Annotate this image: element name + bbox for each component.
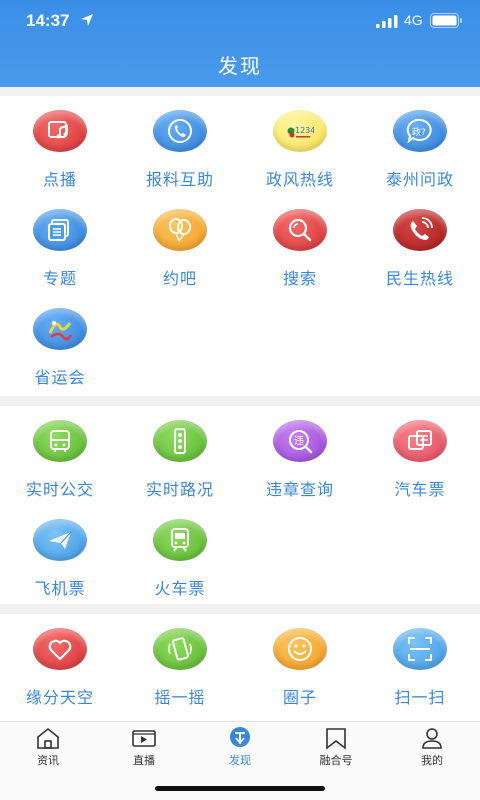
tab-fusion[interactable]: 融合号 [288, 726, 384, 770]
grid-item-livelihood-hotline[interactable]: 民生热线 [360, 209, 480, 303]
section-divider [0, 87, 480, 96]
grid-item-label: 违章查询 [265, 480, 334, 499]
search-icon [273, 209, 327, 251]
train-icon [153, 519, 207, 561]
smiley-icon [273, 628, 327, 670]
grid-item-hotline[interactable]: 12345 政风热线 [240, 110, 360, 204]
shake-phone-icon [153, 628, 207, 670]
heart-icon [33, 628, 87, 670]
grid-item-topics[interactable]: 专题 [0, 209, 120, 303]
grid-item-report-help[interactable]: 报料互助 [120, 110, 240, 204]
grid-item-shake[interactable]: 摇一摇 [120, 628, 240, 722]
network-type: 4G [404, 12, 423, 28]
grid-item-label: 圈子 [282, 688, 317, 707]
discover-icon [230, 727, 250, 747]
travel-grid: 实时公交 实时路况 违 违章查询 汽车票 飞机票 火车票 [0, 406, 480, 604]
grid-item-scan[interactable]: 扫一扫 [360, 628, 480, 722]
live-tv-icon [132, 730, 156, 747]
grid-item-label: 约吧 [162, 269, 197, 288]
grid-item-label: 实时公交 [25, 480, 94, 499]
bus-icon [33, 420, 87, 462]
home-icon [37, 727, 59, 749]
games-logo-icon [33, 308, 87, 350]
grid-item-flight-ticket[interactable]: 飞机票 [0, 519, 120, 613]
page-title: 发现 [218, 54, 262, 78]
stacked-cards-icon [33, 209, 87, 251]
grid-item-label: 火车票 [154, 579, 206, 598]
grid-item-label: 飞机票 [34, 579, 86, 598]
tab-news[interactable]: 资讯 [0, 726, 96, 770]
hotline-number: 12345 [295, 126, 314, 135]
signal-icon [376, 15, 398, 28]
grid-item-taizhou-politics[interactable]: 政? 泰州问政 [360, 110, 480, 204]
grid-item-meetup[interactable]: 约吧 [120, 209, 240, 303]
grid-item-label: 汽车票 [394, 480, 446, 499]
grid-item-violation-query[interactable]: 违 违章查询 [240, 420, 360, 514]
tab-label: 融合号 [319, 754, 353, 767]
grid-item-vod[interactable]: 点播 [0, 110, 120, 204]
tab-label: 我的 [421, 754, 443, 767]
status-time: 14:37 [26, 11, 70, 30]
grid-item-bus-ticket[interactable]: 汽车票 [360, 420, 480, 514]
services-grid: 点播 报料互助 12345 政风热线 政? 泰州问政 专题 约吧 [0, 96, 480, 396]
grid-item-label: 扫一扫 [394, 688, 446, 707]
grid-item-label: 专题 [42, 269, 77, 288]
location-arrow-icon [81, 14, 93, 26]
grid-item-label: 搜索 [282, 269, 317, 288]
grid-item-label: 摇一摇 [154, 688, 206, 707]
violation-text: 违 [294, 435, 304, 447]
scan-icon [393, 628, 447, 670]
grid-item-provincial-games[interactable]: 省运会 [0, 308, 120, 402]
grid-item-label: 民生热线 [385, 269, 454, 288]
home-indicator[interactable] [155, 786, 325, 791]
phone-icon [153, 110, 207, 152]
grid-item-train-ticket[interactable]: 火车票 [120, 519, 240, 613]
grid-item-realtime-bus[interactable]: 实时公交 [0, 420, 120, 514]
tab-discover[interactable]: 发现 [192, 726, 288, 770]
violation-search-icon: 违 [273, 420, 327, 462]
hotline-12345-icon: 12345 [273, 110, 327, 152]
bookmark-icon [326, 728, 346, 750]
video-note-icon [33, 110, 87, 152]
grid-item-realtime-traffic[interactable]: 实时路况 [120, 420, 240, 514]
airplane-icon [33, 519, 87, 561]
balloons-icon [153, 209, 207, 251]
tab-label: 资讯 [37, 754, 59, 767]
status-bar: 14:37 4G [0, 0, 480, 44]
bubble-text: 政? [412, 126, 426, 138]
header: 14:37 4G 发现 [0, 0, 480, 87]
phone-ringing-icon [393, 209, 447, 251]
grid-item-search[interactable]: 搜索 [240, 209, 360, 303]
grid-item-fate-sky[interactable]: 缘分天空 [0, 628, 120, 722]
battery-icon [430, 13, 462, 28]
tab-label: 发现 [229, 754, 251, 767]
grid-item-label: 报料互助 [145, 170, 214, 189]
tab-label: 直播 [133, 754, 155, 767]
user-icon [422, 728, 442, 749]
tab-live[interactable]: 直播 [96, 726, 192, 770]
traffic-light-icon [153, 420, 207, 462]
grid-item-label: 政风热线 [265, 170, 334, 189]
grid-item-label: 省运会 [34, 368, 86, 387]
bus-ticket-icon [393, 420, 447, 462]
grid-item-circle[interactable]: 圈子 [240, 628, 360, 722]
social-grid: 缘分天空 摇一摇 圈子 扫一扫 [0, 614, 480, 721]
grid-item-label: 缘分天空 [25, 688, 94, 707]
grid-item-label: 点播 [42, 170, 77, 189]
grid-item-label: 泰州问政 [385, 170, 454, 189]
tab-mine[interactable]: 我的 [384, 726, 480, 770]
question-bubble-icon: 政? [393, 110, 447, 152]
grid-item-label: 实时路况 [145, 480, 214, 499]
